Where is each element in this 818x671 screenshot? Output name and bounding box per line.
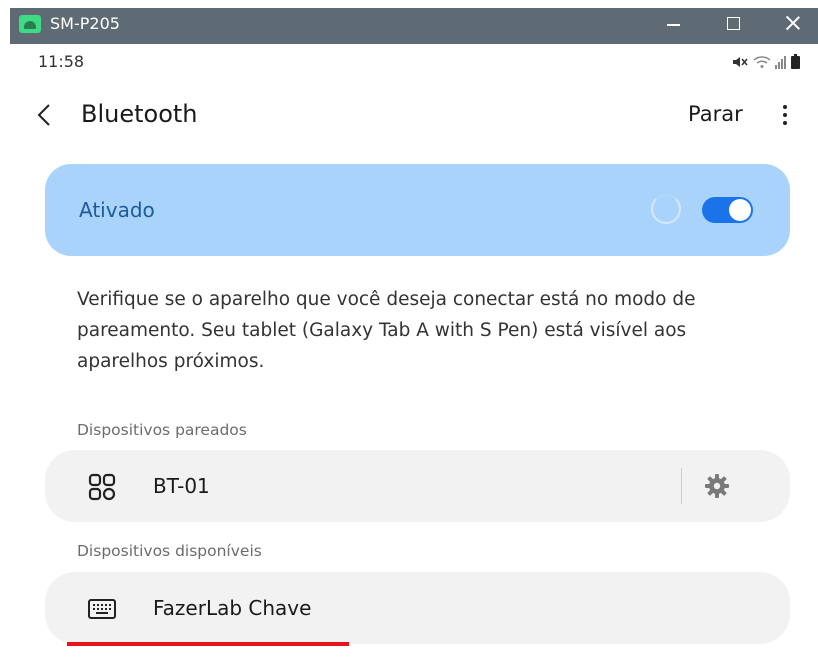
scanning-spinner-icon xyxy=(651,194,681,224)
status-icons xyxy=(731,54,800,69)
wifi-icon xyxy=(753,55,771,68)
back-arrow-icon[interactable] xyxy=(32,102,56,128)
keyboard-icon xyxy=(88,599,116,619)
stop-scan-button[interactable]: Parar xyxy=(688,102,743,126)
status-bar: 11:58 xyxy=(10,44,810,80)
status-time: 11:58 xyxy=(38,52,85,71)
pairing-info-text: Verifique se o aparelho que você deseja … xyxy=(77,289,696,372)
window-title-bar: SM-P205 xyxy=(10,8,818,44)
highlight-underline xyxy=(67,642,349,646)
signal-icon xyxy=(775,55,786,69)
minimize-button[interactable] xyxy=(648,8,698,44)
more-options-icon[interactable] xyxy=(778,103,792,127)
close-window-button[interactable] xyxy=(768,8,818,44)
window-title: SM-P205 xyxy=(50,14,120,33)
available-device-item[interactable]: FazerLab Chave xyxy=(45,572,790,644)
toggle-knob xyxy=(729,199,751,221)
battery-icon xyxy=(791,54,800,69)
gear-icon[interactable] xyxy=(704,473,730,499)
device-generic-icon xyxy=(88,473,116,501)
card-divider xyxy=(681,468,682,504)
available-device-name: FazerLab Chave xyxy=(153,596,312,620)
paired-device-item[interactable]: BT-01 xyxy=(45,450,790,522)
app-header: Bluetooth Parar xyxy=(10,90,810,140)
page-title: Bluetooth xyxy=(81,100,198,128)
bluetooth-status-label: Ativado xyxy=(79,198,155,222)
mute-icon xyxy=(733,56,748,67)
available-devices-header: Dispositivos disponíveis xyxy=(77,542,262,560)
bluetooth-toggle-card[interactable]: Ativado xyxy=(45,164,790,256)
paired-device-name: BT-01 xyxy=(153,474,210,498)
bluetooth-toggle-switch[interactable] xyxy=(702,197,753,223)
paired-devices-header: Dispositivos pareados xyxy=(77,421,247,439)
maximize-button[interactable] xyxy=(708,8,758,44)
android-app-icon xyxy=(19,15,41,33)
